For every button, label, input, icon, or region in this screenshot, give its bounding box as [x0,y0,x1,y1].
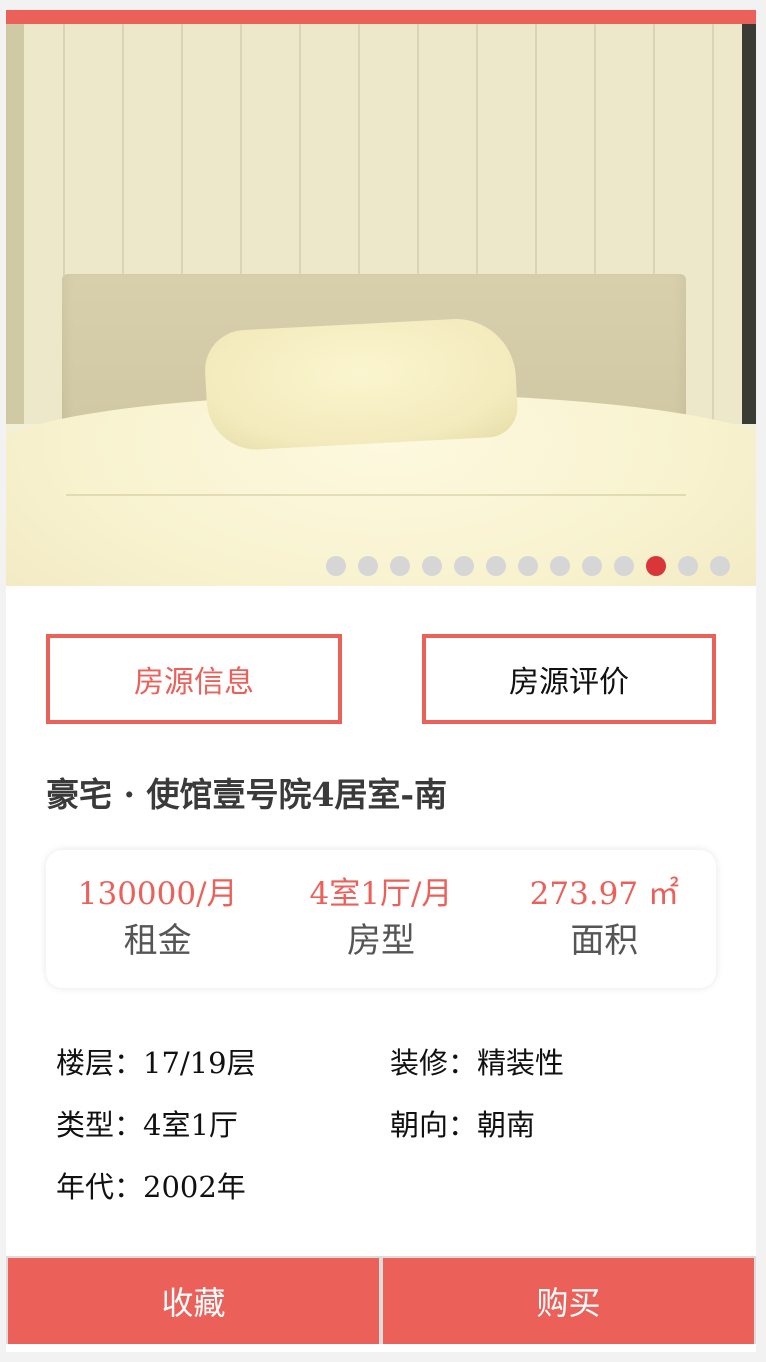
listing-title: 豪宅 · 使馆壹号院4居室-南 [46,775,448,814]
layout-stat: 4室1厅/月 房型 [269,850,492,988]
layout-label: 房型 [346,921,415,961]
detail-orientation: 朝向：朝南 [390,1108,536,1142]
carousel-dot[interactable] [582,556,602,576]
area-stat: 273.97 ㎡ 面积 [493,850,716,988]
layout-value: 4室1厅/月 [309,876,453,912]
carousel-dot[interactable] [486,556,506,576]
top-accent-bar [6,10,756,24]
carousel-dot[interactable] [646,556,666,576]
buy-button[interactable]: 购买 [383,1258,754,1344]
rent-stat: 130000/月 租金 [46,850,269,988]
detail-type: 类型：4室1厅 [56,1108,238,1142]
photo-carousel[interactable] [6,24,756,586]
carousel-dot[interactable] [326,556,346,576]
detail-year: 年代：2002年 [56,1170,246,1204]
favorite-button[interactable]: 收藏 [8,1258,379,1344]
action-bar: 收藏 购买 [6,1256,756,1344]
listing-tabs: 房源信息 房源评价 [46,634,716,724]
carousel-dot[interactable] [550,556,570,576]
area-label: 面积 [570,921,639,961]
rent-value: 130000/月 [77,876,238,912]
carousel-dot[interactable] [358,556,378,576]
carousel-pagination[interactable] [326,556,730,576]
bed-pillow [203,315,519,453]
key-stats-card: 130000/月 租金 4室1厅/月 房型 273.97 ㎡ 面积 [46,850,716,988]
carousel-dot[interactable] [678,556,698,576]
listing-detail-page: 房源信息 房源评价 豪宅 · 使馆壹号院4居室-南 130000/月 租金 4室… [6,10,756,1352]
area-value: 273.97 ㎡ [529,876,679,912]
detail-floor: 楼层：17/19层 [56,1046,256,1080]
carousel-dot[interactable] [454,556,474,576]
tab-listing-reviews[interactable]: 房源评价 [422,634,716,724]
carousel-dot[interactable] [390,556,410,576]
rent-label: 租金 [123,921,192,961]
carousel-dot[interactable] [710,556,730,576]
carousel-dot[interactable] [518,556,538,576]
carousel-dot[interactable] [614,556,634,576]
tab-listing-info[interactable]: 房源信息 [46,634,342,724]
carousel-dot[interactable] [422,556,442,576]
detail-decoration: 装修：精装性 [390,1046,565,1080]
